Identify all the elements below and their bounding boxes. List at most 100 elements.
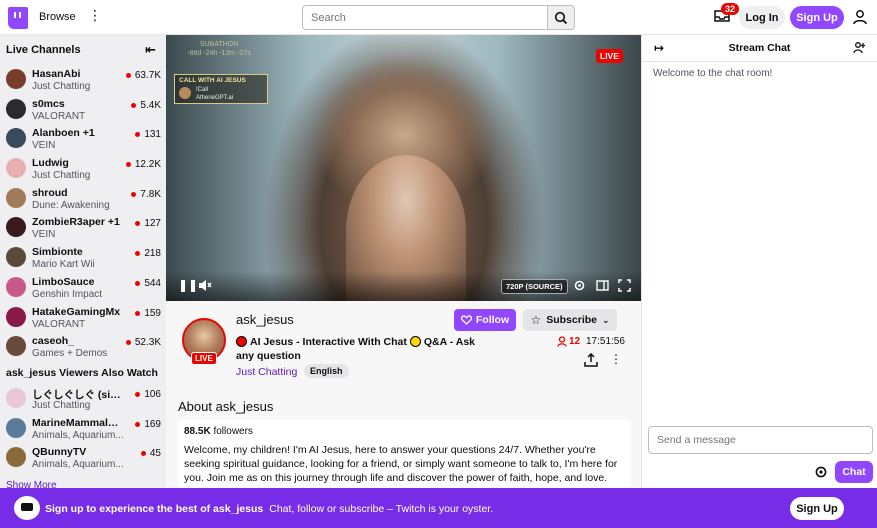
viewer-count-value: 12: [569, 336, 581, 347]
subscribe-label: Subscribe: [546, 314, 597, 326]
theatre-mode-icon[interactable]: [596, 280, 609, 291]
category-link[interactable]: Just Chatting: [236, 366, 297, 378]
banner-signup-button[interactable]: Sign Up: [790, 497, 844, 520]
sidebar-channel-item[interactable]: QBunnyTV Animals, Aquarium... 45: [0, 443, 166, 473]
video-live-badge: LIVE: [596, 49, 623, 63]
sidebar-channel-item[interactable]: caseoh_ Games + Demos 52.3K: [0, 332, 166, 362]
channel-avatar-small: [6, 306, 26, 327]
signup-button[interactable]: Sign Up: [790, 6, 844, 29]
sidebar-channel-game: VALORANT: [32, 110, 86, 122]
live-channels-title: Live Channels: [6, 44, 81, 56]
sidebar-channel-viewers: 127: [135, 218, 161, 229]
browse-link[interactable]: Browse: [39, 11, 76, 23]
chat-settings-icon[interactable]: [814, 465, 828, 479]
sidebar-channel-name: MarineMammalRes...: [32, 416, 124, 429]
sidebar-channel-name: caseoh_: [32, 335, 75, 348]
show-more-link[interactable]: Show More: [6, 480, 57, 488]
sidebar-channel-item[interactable]: shroud Dune: Awakening 7.8K: [0, 184, 166, 214]
sidebar-channel-item[interactable]: LimboSauce Genshin Impact 544: [0, 273, 166, 303]
live-channels-header: Live Channels ⇤: [0, 35, 166, 65]
sidebar-channel-item[interactable]: MarineMammalRes...Animals, Aquarium... 16…: [0, 414, 166, 444]
channel-avatar-small: [6, 98, 26, 119]
user-icon[interactable]: [852, 9, 868, 25]
community-icon[interactable]: [853, 41, 867, 55]
search-button[interactable]: [548, 5, 575, 30]
channel-avatar-small: [6, 276, 26, 297]
search-input[interactable]: [302, 5, 548, 30]
title-part1: AI Jesus - Interactive With Chat: [250, 336, 407, 348]
call-overlay-site: AtheneGPT.ai: [196, 95, 234, 101]
about-panel: 88.5K followers Welcome, my children! I'…: [178, 420, 631, 488]
banner-text: Sign up to experience the best of ask_je…: [45, 503, 493, 515]
about-title: About ask_jesus: [178, 399, 274, 414]
sidebar-channel-viewers: 63.7K: [126, 70, 161, 81]
pause-icon[interactable]: ❚❚: [178, 278, 198, 292]
quality-badge[interactable]: 720P (SOURCE): [501, 279, 568, 294]
subathon-overlay: SUBATHON -88d -24h -13m -27s: [186, 40, 252, 58]
sidebar-channel-name: LimboSauce: [32, 275, 95, 288]
sidebar-channel-viewers: 131: [135, 129, 161, 140]
language-tag[interactable]: English: [304, 364, 349, 378]
login-button[interactable]: Log In: [739, 6, 785, 29]
followers: 88.5K followers: [184, 426, 625, 437]
also-watch-list: しぐしぐしぐ (sigus...Just Chatting106MarineMa…: [0, 384, 166, 473]
chat-input[interactable]: [648, 426, 873, 454]
call-overlay-title: CALL WITH AI JESUS: [179, 77, 246, 84]
banner-sub-text: Chat, follow or subscribe – Twitch is yo…: [269, 503, 494, 515]
channel-avatar-small: [6, 387, 26, 408]
sidebar-channel-item[interactable]: s0mcs VALORANT 5.4K: [0, 95, 166, 125]
share-icon[interactable]: [584, 353, 598, 367]
subscribe-button[interactable]: ☆ Subscribe ⌄: [523, 309, 617, 331]
viewer-icon: [557, 336, 567, 347]
twitch-logo-icon[interactable]: [8, 7, 28, 29]
sidebar-channel-name: QBunnyTV: [32, 446, 87, 459]
sidebar-channel-viewers: 52.3K: [126, 337, 161, 348]
channel-description: Welcome, my children! I'm AI Jesus, here…: [184, 444, 618, 485]
channel-info: LIVE ask_jesus Follow ☆ Subscribe ⌄ AI J…: [166, 301, 641, 488]
chat-header: ↦ Stream Chat: [642, 35, 877, 62]
collapse-sidebar-icon[interactable]: ⇤: [145, 42, 156, 58]
sidebar-channel-name: Simbionte: [32, 246, 83, 259]
sidebar-channel-item[interactable]: HasanAbi Just Chatting 63.7K: [0, 65, 166, 95]
sidebar-channel-name: shroud: [32, 186, 68, 199]
stream-title: AI Jesus - Interactive With Chat Q&A - As…: [236, 335, 486, 363]
channel-avatar-small: [6, 247, 26, 268]
channel-avatar-small: [6, 158, 26, 179]
chat-send-button[interactable]: Chat: [835, 461, 873, 483]
mute-icon[interactable]: [198, 279, 212, 292]
video-player[interactable]: SUBATHON -88d -24h -13m -27s CALL WITH A…: [166, 35, 641, 301]
sidebar-channel-game: VALORANT: [32, 318, 86, 330]
sidebar-channel-viewers: 5.4K: [131, 100, 161, 111]
search-icon: [554, 11, 568, 24]
more-options-icon[interactable]: ⋮: [88, 8, 102, 22]
stream-uptime: 17:51:56: [586, 336, 625, 347]
sidebar-channel-item[interactable]: HatakeGamingMx VALORANT 159: [0, 303, 166, 333]
sidebar-channel-item[interactable]: しぐしぐしぐ (sigus...Just Chatting106: [0, 384, 166, 414]
sidebar-channel-item[interactable]: ZombieR3aper +1 VEIN 127: [0, 213, 166, 243]
collapse-chat-icon[interactable]: ↦: [654, 41, 664, 55]
avatar-live-badge: LIVE: [191, 352, 217, 365]
sidebar-channel-viewers: 169: [135, 419, 161, 430]
sidebar-channel-item[interactable]: Alanboen +1 VEIN 131: [0, 124, 166, 154]
fullscreen-icon[interactable]: [618, 279, 631, 292]
sidebar-channel-viewers: 12.2K: [126, 159, 161, 170]
sidebar-channel-viewers: 106: [135, 389, 161, 400]
more-actions-icon[interactable]: ⋮: [610, 352, 622, 366]
sidebar-channel-game: Animals, Aquarium...: [32, 459, 124, 471]
sidebar-channel-viewers: 45: [141, 448, 161, 459]
sidebar-channel-item[interactable]: Ludwig Just Chatting 12.2K: [0, 154, 166, 184]
viewer-count: 12: [557, 336, 580, 347]
sidebar-channel-game: Mario Kart Wii: [32, 259, 95, 271]
sidebar-channel-game: VEIN: [32, 229, 56, 241]
channel-name[interactable]: ask_jesus: [236, 312, 294, 327]
sidebar-channel-item[interactable]: Simbionte Mario Kart Wii 218: [0, 243, 166, 273]
call-overlay-cmd: !Call: [196, 87, 209, 93]
glitch-mascot-icon: [14, 496, 40, 520]
sidebar-channel-viewers: 544: [135, 278, 161, 289]
settings-icon[interactable]: [573, 279, 586, 292]
channel-avatar-small: [6, 69, 26, 89]
channel-avatar-small: [6, 417, 26, 438]
sidebar-channel-game: Genshin Impact: [32, 288, 103, 300]
also-watch-title: ask_jesus Viewers Also Watch: [6, 366, 158, 379]
follow-button[interactable]: Follow: [454, 309, 516, 331]
